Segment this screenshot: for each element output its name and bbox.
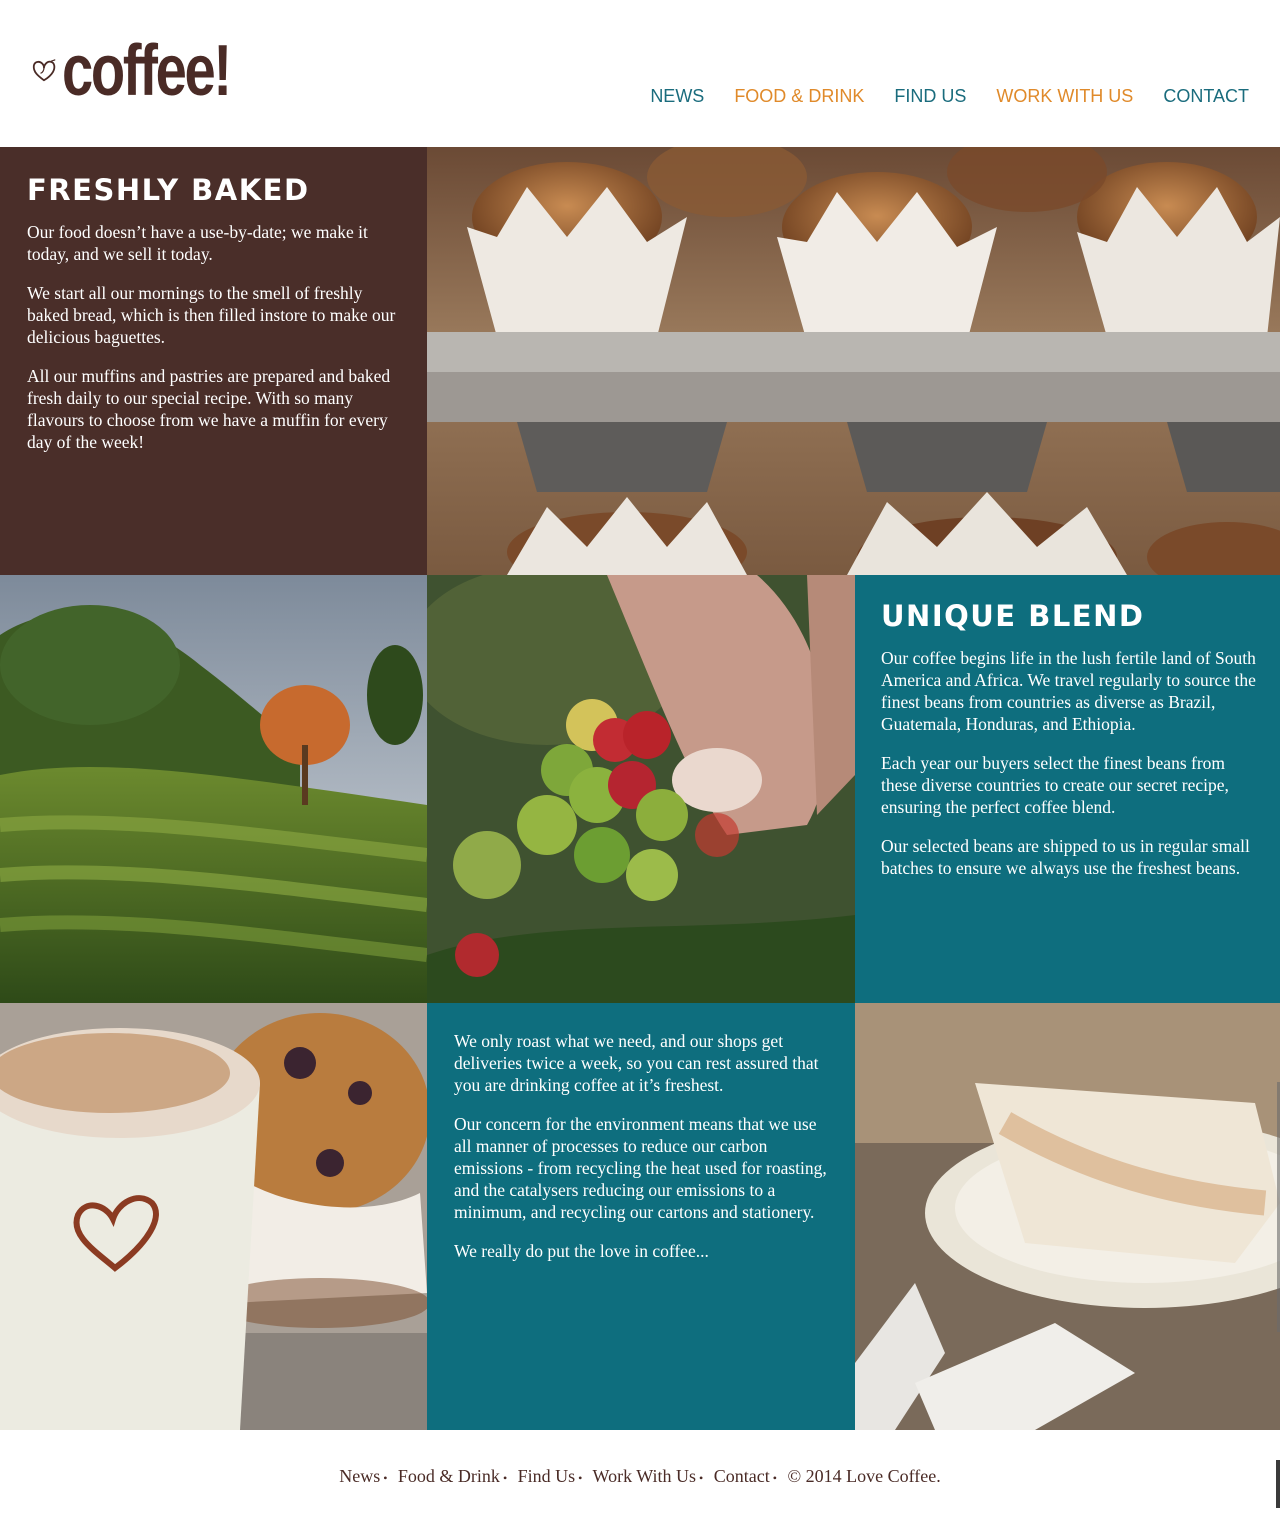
nav-news[interactable]: NEWS: [650, 86, 704, 107]
nav-food-drink[interactable]: FOOD & DRINK: [734, 86, 864, 107]
footer-separator: •: [699, 1471, 704, 1485]
freshly-baked-paragraph: All our muffins and pastries are prepare…: [27, 366, 391, 452]
footer-link-contact[interactable]: Contact: [714, 1466, 770, 1486]
footer-separator: •: [383, 1471, 388, 1485]
site-logo[interactable]: coffee!: [32, 30, 277, 112]
roasting-paragraph: Our concern for the environment means th…: [454, 1114, 827, 1222]
footer-separator: •: [502, 1471, 508, 1485]
nav-contact[interactable]: CONTACT: [1163, 86, 1249, 107]
footer-link-work-with-us[interactable]: Work With Us: [593, 1466, 697, 1486]
unique-blend-paragraph: Our coffee begins life in the lush ferti…: [881, 648, 1256, 734]
footer-link-find-us[interactable]: Find Us: [518, 1466, 576, 1486]
footer-link-news[interactable]: News: [339, 1466, 380, 1486]
main-nav: NEWS FOOD & DRINK FIND US WORK WITH US C…: [650, 86, 1249, 107]
freshly-baked-paragraph: We start all our mornings to the smell o…: [27, 283, 396, 347]
scrollbar-thumb[interactable]: [1276, 1460, 1280, 1508]
roasting-paragraph: We really do put the love in coffee...: [454, 1241, 709, 1261]
site-footer: News • Food & Drink • Find Us • Work With U…: [0, 1430, 1280, 1523]
copyright-text: © 2014 Love Coffee.: [787, 1466, 941, 1486]
logo-wordmark: coffee!: [61, 31, 232, 111]
footer-separator: •: [578, 1471, 583, 1485]
muffins-tray-photo: [427, 147, 1280, 575]
freshly-baked-paragraph: Our food doesn’t have a use-by-date; we …: [27, 222, 368, 264]
unique-blend-panel: UNIQUE BLEND Our coffee begins life in t…: [855, 575, 1280, 1003]
roasting-paragraph: We only roast what we need, and our shop…: [454, 1031, 819, 1095]
freshly-baked-title: FRESHLY BAKED: [27, 173, 310, 207]
unique-blend-title: UNIQUE BLEND: [881, 599, 1145, 633]
nav-work-with-us[interactable]: WORK WITH US: [996, 86, 1133, 107]
coffee-cherries-photo: [427, 575, 855, 1003]
freshly-baked-panel: FRESHLY BAKED Our food doesn’t have a us…: [0, 147, 427, 575]
unique-blend-paragraph: Each year our buyers select the finest b…: [881, 753, 1229, 817]
heart-icon: [32, 59, 56, 82]
site-header: coffee! NEWS FOOD & DRINK FIND US WORK W…: [0, 0, 1280, 147]
footer-link-food-drink[interactable]: Food & Drink: [398, 1466, 500, 1486]
unique-blend-paragraph: Our selected beans are shipped to us in …: [881, 836, 1250, 878]
coffee-plantation-photo: [0, 575, 427, 1003]
footer-links: News • Food & Drink • Find Us • Work With U…: [0, 1466, 1280, 1487]
nav-find-us[interactable]: FIND US: [894, 86, 966, 107]
footer-separator: •: [772, 1471, 777, 1485]
roasting-panel: We only roast what we need, and our shop…: [427, 1003, 855, 1430]
coffee-cup-photo: [0, 1003, 427, 1430]
pastry-bag-photo: [855, 1003, 1280, 1430]
